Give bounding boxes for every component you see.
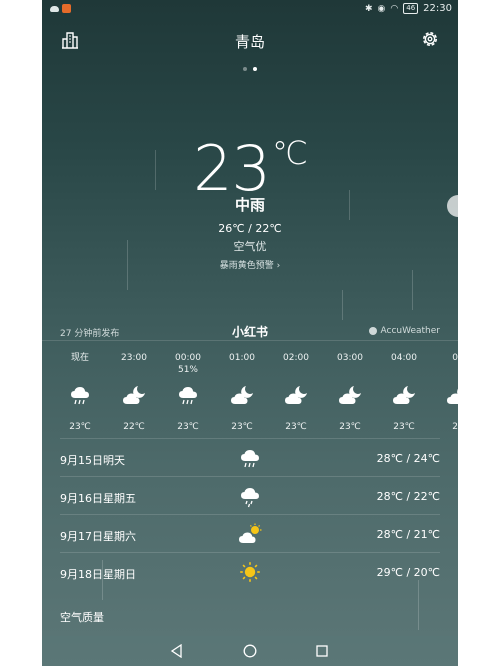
hourly-temperature: 23℃	[177, 422, 199, 432]
hourly-precipitation	[431, 364, 458, 376]
rain-cloud-icon	[53, 380, 107, 410]
rain-cloud-icon	[235, 447, 265, 469]
hourly-temperature: 23	[452, 422, 458, 432]
hourly-time: 00:00	[175, 353, 201, 363]
daily-row[interactable]: 9月17日星期六 28℃ / 21℃	[60, 514, 440, 552]
hourly-time: 05	[452, 353, 458, 363]
hourly-precipitation	[53, 364, 107, 376]
gear-icon[interactable]	[420, 29, 440, 49]
provider-name: AccuWeather	[380, 326, 441, 336]
temperature-unit: ℃	[271, 134, 308, 172]
hourly-temperature: 22℃	[123, 422, 145, 432]
daily-temperatures: 28℃ / 21℃	[376, 528, 440, 541]
home-icon[interactable]	[243, 644, 257, 658]
hourly-item: 02:00 23℃	[269, 352, 323, 434]
daily-row[interactable]: 9月15日明天 28℃ / 24℃	[60, 438, 440, 476]
hourly-item: 01:00 23℃	[215, 352, 269, 434]
air-quality-section-title: 空气质量	[60, 611, 104, 624]
cloudy-night-icon	[323, 380, 377, 410]
hourly-temperature: 23℃	[69, 422, 91, 432]
hourly-item: 23:00 22℃	[107, 352, 161, 434]
hourly-time: 04:00	[391, 353, 417, 363]
hourly-temperature: 23℃	[393, 422, 415, 432]
hourly-time: 01:00	[229, 353, 255, 363]
rain-streak	[342, 290, 343, 320]
hourly-time: 02:00	[283, 353, 309, 363]
hourly-precipitation	[215, 364, 269, 376]
hourly-precipitation	[377, 364, 431, 376]
header: 青岛	[42, 26, 458, 56]
cloudy-night-icon	[107, 380, 161, 410]
current-temperature: 23℃	[42, 118, 458, 204]
daily-date: 9月17日星期六	[60, 530, 136, 543]
hourly-precipitation: 51%	[177, 365, 198, 375]
rain-streak	[412, 270, 413, 310]
daily-temperatures: 28℃ / 22℃	[376, 490, 440, 503]
hourly-precipitation	[107, 364, 161, 376]
daily-date: 9月15日明天	[60, 454, 125, 467]
status-time: 22:30	[423, 3, 452, 14]
shower-cloud-icon	[235, 485, 265, 508]
page-indicator	[42, 56, 458, 75]
current-condition: 中雨	[234, 196, 265, 214]
weather-warning-text: 暴雨黄色预警	[219, 261, 274, 271]
hourly-time: 现在	[70, 353, 89, 363]
hourly-precipitation	[269, 364, 323, 376]
air-quality-brief: 空气优	[233, 240, 267, 253]
hourly-item: 03:00 23℃	[323, 352, 377, 434]
navigation-bar	[42, 636, 458, 666]
sun-icon	[235, 561, 265, 583]
recent-apps-icon[interactable]	[316, 645, 328, 657]
daily-forecast: 9月15日明天 28℃ / 24℃ 9月16日星期五 28℃ / 22℃ 9月17日星期…	[60, 438, 440, 590]
accuweather-icon	[368, 327, 377, 335]
hourly-temperature: 23℃	[339, 422, 361, 432]
cloudy-night-icon	[377, 380, 431, 410]
daily-row[interactable]: 9月16日星期五 28℃ / 22℃	[60, 476, 440, 514]
rain-cloud-icon	[161, 380, 215, 410]
cloudy-night-icon	[215, 380, 269, 410]
city-title[interactable]: 青岛	[42, 31, 458, 52]
hourly-item: 05 23	[431, 352, 458, 434]
hourly-item: 00:00 51% 23℃	[161, 352, 215, 434]
weather-warning-link[interactable]: 暴雨黄色预警 ›	[42, 258, 458, 271]
high-low-temperature: 26℃ / 22℃	[218, 222, 282, 235]
hourly-item: 现在 23℃	[53, 352, 107, 434]
daily-temperatures: 28℃ / 24℃	[376, 452, 440, 465]
page-dot	[243, 67, 247, 71]
hourly-item: 04:00 23℃	[377, 352, 431, 434]
daily-date: 9月16日星期五	[60, 492, 136, 505]
daily-row[interactable]: 9月18日星期日 29℃ / 20℃	[60, 552, 440, 590]
status-bar: ✱ ◉ ◠ 46 22:30	[42, 0, 458, 20]
hourly-precipitation	[323, 364, 377, 376]
weather-screen: ✱ ◉ ◠ 46 22:30 青岛 23℃ 中雨 26℃ / 22℃ 空气优 暴…	[42, 0, 458, 666]
hourly-temperature: 23℃	[231, 422, 253, 432]
page-dot-active	[253, 67, 257, 71]
source-row: 27 分钟前发布 小红书 AccuWeather	[42, 323, 458, 341]
app-notification-icon	[62, 4, 71, 13]
cloudy-night-icon	[431, 380, 458, 410]
chevron-right-icon: ›	[276, 261, 281, 271]
battery-indicator: 46	[403, 3, 419, 14]
partly-sunny-icon	[235, 523, 265, 545]
daily-temperatures: 29℃ / 20℃	[376, 566, 440, 579]
daily-date: 9月18日星期日	[60, 568, 136, 581]
cloud-notification-icon	[50, 5, 59, 12]
vibrate-icon: ◉	[377, 3, 386, 14]
wifi-icon: ◠	[390, 3, 399, 14]
hourly-temperature: 23℃	[285, 422, 307, 432]
bluetooth-icon: ✱	[364, 3, 373, 14]
cloudy-night-icon	[269, 380, 323, 410]
provider-attribution[interactable]: AccuWeather	[368, 326, 441, 336]
hourly-time: 23:00	[121, 353, 147, 363]
hourly-forecast[interactable]: 现在 23℃ 23:00 22℃ 00:00 51% 23℃ 01:00 23℃ 02:00 23℃…	[42, 352, 458, 434]
back-icon[interactable]	[170, 644, 184, 658]
hourly-time: 03:00	[337, 353, 363, 363]
